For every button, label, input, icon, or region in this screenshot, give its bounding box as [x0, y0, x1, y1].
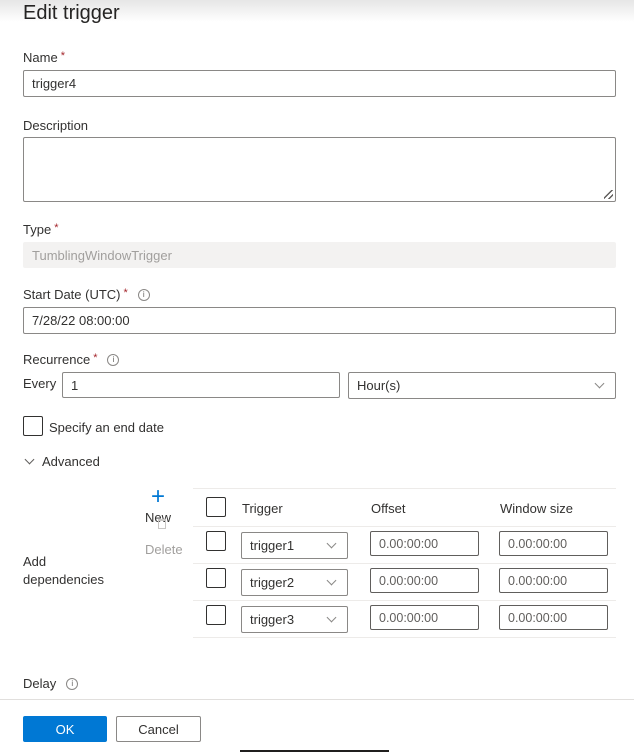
chevron-down-icon	[24, 454, 35, 465]
end-date-checkbox[interactable]	[23, 416, 43, 436]
required-marker: *	[123, 287, 128, 299]
delay-label-text: Delay	[23, 676, 57, 691]
required-marker: *	[93, 352, 98, 364]
table-divider	[193, 488, 616, 489]
dependencies-label-line2: dependencies	[23, 572, 104, 587]
type-input: TumblingWindowTrigger	[23, 242, 616, 268]
info-icon[interactable]: i	[137, 289, 150, 301]
trigger-dropdown-value: trigger2	[250, 575, 295, 590]
advanced-toggle[interactable]: Advanced	[24, 454, 100, 469]
footer-divider	[0, 699, 634, 700]
chevron-down-icon	[326, 575, 337, 586]
row-checkbox[interactable]	[206, 531, 226, 551]
select-all-checkbox[interactable]	[206, 497, 226, 517]
start-date-label: Start Date (UTC) * i	[23, 287, 150, 302]
delay-label: Delay i	[23, 676, 79, 691]
offset-input[interactable]: 0.00:00:00	[370, 531, 479, 556]
table-divider	[193, 600, 616, 601]
chevron-down-icon	[326, 612, 337, 623]
column-header-trigger: Trigger	[242, 501, 283, 516]
plus-icon: +	[150, 483, 165, 510]
ok-button[interactable]: OK	[23, 716, 107, 742]
required-marker: *	[54, 222, 59, 234]
trash-icon	[158, 519, 166, 529]
window-size-input[interactable]: 0.00:00:00	[499, 605, 608, 630]
table-divider	[193, 563, 616, 564]
row-checkbox[interactable]	[206, 605, 226, 625]
offset-input[interactable]: 0.00:00:00	[370, 568, 479, 593]
required-marker: *	[60, 50, 65, 62]
type-label: Type *	[23, 222, 58, 237]
trigger-dropdown-value: trigger3	[250, 612, 295, 627]
type-label-text: Type	[23, 222, 52, 237]
trigger-dropdown[interactable]: trigger1	[241, 532, 348, 559]
trigger-dropdown[interactable]: trigger3	[241, 606, 348, 633]
recurrence-interval-value: 1	[71, 377, 79, 393]
type-input-value: TumblingWindowTrigger	[32, 247, 172, 263]
trigger-dropdown-value: trigger1	[250, 538, 295, 553]
end-date-label: Specify an end date	[49, 420, 164, 435]
start-date-value: 7/28/22 08:00:00	[32, 313, 130, 328]
column-header-offset: Offset	[371, 501, 406, 516]
resize-grip-icon[interactable]	[604, 190, 613, 199]
recurrence-unit-value: Hour(s)	[357, 378, 401, 393]
start-date-label-text: Start Date (UTC)	[23, 287, 121, 302]
offset-value: 0.00:00:00	[379, 610, 439, 625]
name-input[interactable]: trigger4	[23, 70, 616, 97]
info-icon[interactable]: i	[107, 354, 120, 366]
chevron-down-icon	[326, 538, 337, 549]
window-size-value: 0.00:00:00	[508, 573, 568, 588]
start-date-input[interactable]: 7/28/22 08:00:00	[23, 307, 616, 334]
trigger-dropdown[interactable]: trigger2	[241, 569, 348, 596]
delete-dependency-button[interactable]: Delete	[145, 542, 183, 557]
description-label: Description	[23, 118, 89, 133]
offset-value: 0.00:00:00	[379, 536, 439, 551]
window-size-value: 0.00:00:00	[508, 610, 568, 625]
window-size-input[interactable]: 0.00:00:00	[499, 568, 608, 593]
description-textarea[interactable]	[23, 137, 616, 202]
cancel-button[interactable]: Cancel	[116, 716, 201, 742]
column-header-window-size: Window size	[500, 501, 573, 516]
name-label: Name *	[23, 50, 65, 65]
offset-value: 0.00:00:00	[379, 573, 439, 588]
name-label-text: Name	[23, 50, 58, 65]
recurrence-label: Recurrence * i	[23, 352, 120, 367]
scroll-indicator	[240, 750, 389, 752]
recurrence-interval-input[interactable]: 1	[62, 372, 340, 398]
dialog-title: Edit trigger	[23, 2, 120, 24]
info-icon[interactable]: i	[66, 678, 79, 690]
table-divider	[193, 637, 616, 638]
dependencies-label: Add dependencies	[23, 553, 104, 589]
row-checkbox[interactable]	[206, 568, 226, 588]
every-label: Every	[23, 376, 57, 391]
window-size-input[interactable]: 0.00:00:00	[499, 531, 608, 556]
dependencies-label-line1: Add	[23, 554, 47, 569]
name-input-value: trigger4	[32, 76, 77, 91]
chevron-down-icon	[594, 378, 605, 389]
window-size-value: 0.00:00:00	[508, 536, 568, 551]
recurrence-unit-dropdown[interactable]: Hour(s)	[348, 372, 616, 399]
recurrence-label-text: Recurrence	[23, 352, 91, 367]
table-divider	[193, 526, 616, 527]
advanced-label: Advanced	[42, 454, 100, 469]
offset-input[interactable]: 0.00:00:00	[370, 605, 479, 630]
